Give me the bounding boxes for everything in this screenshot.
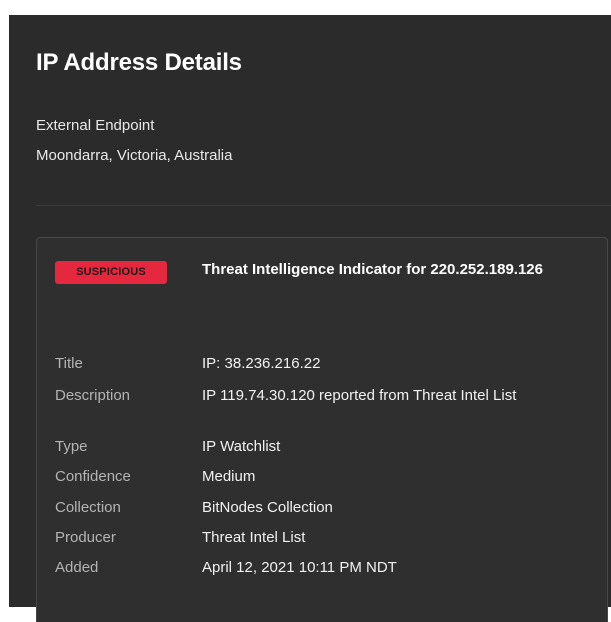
- field-value: IP 119.74.30.120 reported from Threat In…: [202, 387, 517, 404]
- field-value: April 12, 2021 10:11 PM NDT: [202, 559, 397, 576]
- field-value: IP Watchlist: [202, 438, 281, 455]
- threat-indicator-card: SUSPICIOUS Threat Intelligence Indicator…: [36, 237, 608, 622]
- field-value: Threat Intel List: [202, 529, 306, 546]
- endpoint-location: Moondarra, Victoria, Australia: [36, 147, 233, 164]
- field-label: Description: [55, 387, 131, 404]
- field-value: IP: 38.236.216.22: [202, 355, 321, 372]
- section-divider: [36, 205, 611, 206]
- field-label: Title: [55, 355, 83, 372]
- field-value: Medium: [202, 468, 256, 485]
- field-label: Added: [55, 559, 99, 576]
- ip-address-details-panel: IP Address Details External Endpoint Moo…: [9, 15, 611, 622]
- indicator-title: Threat Intelligence Indicator for 220.25…: [202, 261, 543, 278]
- page-title: IP Address Details: [36, 49, 242, 76]
- field-value: BitNodes Collection: [202, 499, 333, 516]
- field-label: Producer: [55, 529, 116, 546]
- field-label: Collection: [55, 499, 121, 516]
- suspicious-badge: SUSPICIOUS: [55, 261, 167, 284]
- field-label: Type: [55, 438, 88, 455]
- field-label: Confidence: [55, 468, 131, 485]
- endpoint-type: External Endpoint: [36, 117, 155, 134]
